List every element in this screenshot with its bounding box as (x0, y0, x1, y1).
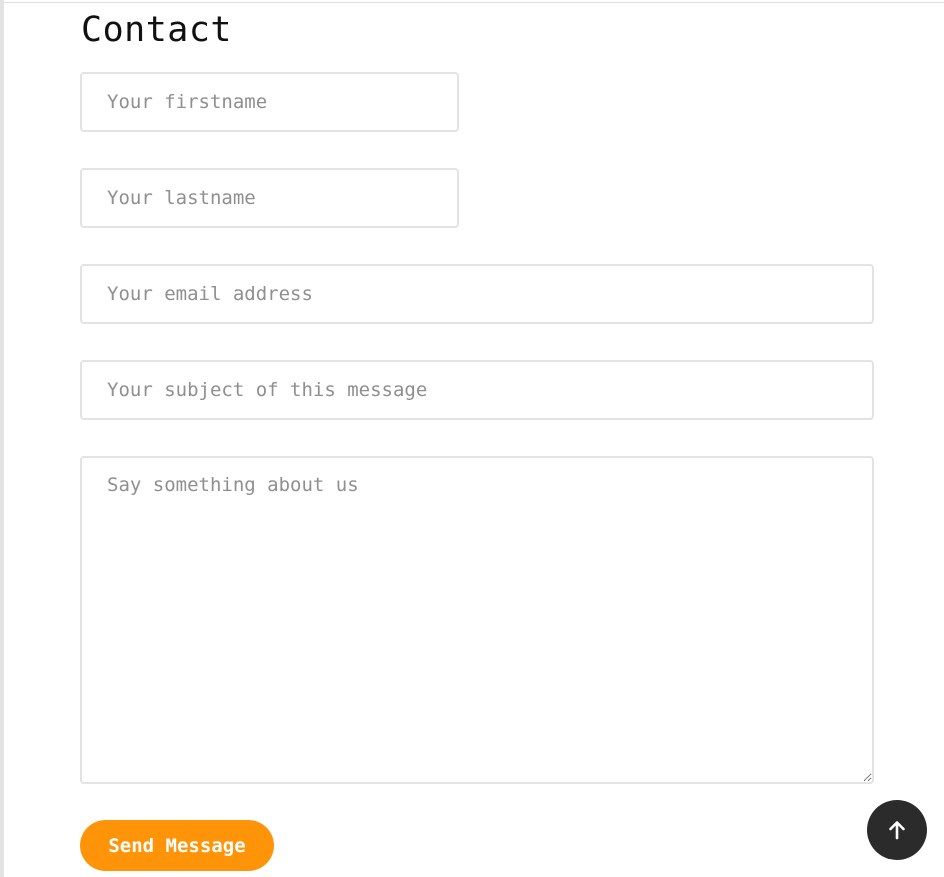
send-message-button[interactable]: Send Message (80, 820, 274, 871)
message-textarea[interactable] (80, 456, 874, 784)
email-input[interactable] (80, 264, 874, 324)
subject-input[interactable] (80, 360, 874, 420)
page-title: Contact (81, 10, 233, 50)
top-divider (4, 2, 944, 3)
firstname-input[interactable] (80, 72, 459, 132)
scroll-to-top-button[interactable] (867, 800, 927, 860)
arrow-up-icon (886, 819, 908, 841)
left-edge-strip (0, 0, 4, 877)
lastname-input[interactable] (80, 168, 459, 228)
